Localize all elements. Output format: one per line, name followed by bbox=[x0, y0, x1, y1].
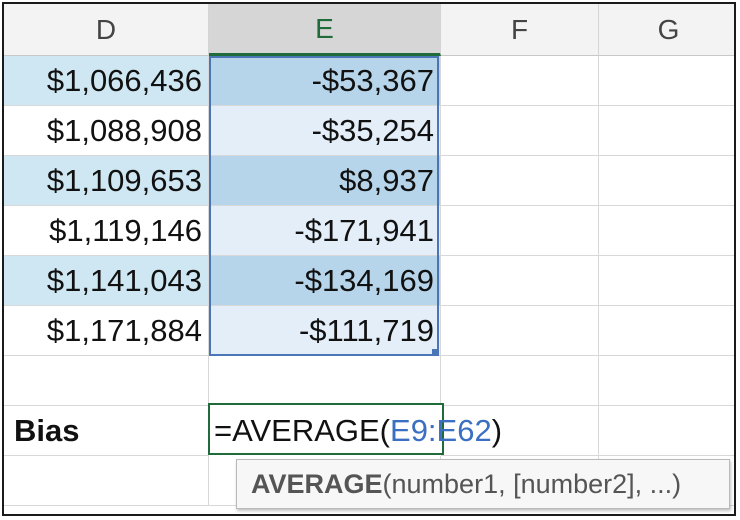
column-header-e[interactable]: E bbox=[209, 4, 441, 56]
cell-d-row-4[interactable]: $1,119,146 bbox=[4, 206, 209, 256]
fill-handle[interactable] bbox=[432, 349, 439, 356]
cell-e-row-3[interactable]: $8,937 bbox=[209, 156, 441, 206]
cell-d-row-9[interactable] bbox=[4, 456, 209, 506]
formula-entry[interactable]: =AVERAGE(E9:E62) bbox=[214, 407, 502, 455]
cell-g-row-4[interactable] bbox=[599, 206, 734, 256]
cell-g-row-8[interactable] bbox=[599, 406, 734, 456]
cell-e-row-1[interactable]: -$53,367 bbox=[209, 56, 441, 106]
cell-f-row-6[interactable] bbox=[441, 306, 599, 356]
cell-e-row-5[interactable]: -$134,169 bbox=[209, 256, 441, 306]
cell-d-row-6[interactable]: $1,171,884 bbox=[4, 306, 209, 356]
cell-g-row-2[interactable] bbox=[599, 106, 734, 156]
formula-prefix: =AVERAGE( bbox=[214, 413, 391, 448]
cell-e-row-2[interactable]: -$35,254 bbox=[209, 106, 441, 156]
bias-label-cell[interactable]: Bias bbox=[4, 406, 209, 456]
cell-g-row-3[interactable] bbox=[599, 156, 734, 206]
cell-f-row-2[interactable] bbox=[441, 106, 599, 156]
formula-suffix: ) bbox=[491, 413, 503, 448]
cell-e-row-6[interactable]: -$111,719 bbox=[209, 306, 441, 356]
cell-d-row-3[interactable]: $1,109,653 bbox=[4, 156, 209, 206]
column-header-g[interactable]: G bbox=[599, 4, 734, 56]
cell-f-row-1[interactable] bbox=[441, 56, 599, 106]
cell-f-row-5[interactable] bbox=[441, 256, 599, 306]
cell-e-row-7[interactable] bbox=[209, 356, 441, 406]
cell-f-row-7[interactable] bbox=[441, 356, 599, 406]
cell-d-row-7[interactable] bbox=[4, 356, 209, 406]
cell-d-row-5[interactable]: $1,141,043 bbox=[4, 256, 209, 306]
column-header-f[interactable]: F bbox=[441, 4, 599, 56]
function-tooltip[interactable]: AVERAGE (number1, [number2], ...) bbox=[236, 459, 730, 509]
tooltip-function-name[interactable]: AVERAGE bbox=[251, 469, 383, 500]
formula-range-reference: E9:E62 bbox=[390, 413, 492, 448]
spreadsheet-grid: D E F G $1,066,436 -$53,367 $1,088,908 -… bbox=[2, 2, 736, 516]
cell-g-row-6[interactable] bbox=[599, 306, 734, 356]
cell-d-row-1[interactable]: $1,066,436 bbox=[4, 56, 209, 106]
cell-f-row-3[interactable] bbox=[441, 156, 599, 206]
cell-g-row-7[interactable] bbox=[599, 356, 734, 406]
tooltip-arguments: (number1, [number2], ...) bbox=[382, 468, 682, 499]
cell-f-row-4[interactable] bbox=[441, 206, 599, 256]
cell-e-row-4[interactable]: -$171,941 bbox=[209, 206, 441, 256]
cell-g-row-1[interactable] bbox=[599, 56, 734, 106]
column-header-d[interactable]: D bbox=[4, 4, 209, 56]
cell-d-row-2[interactable]: $1,088,908 bbox=[4, 106, 209, 156]
cell-g-row-5[interactable] bbox=[599, 256, 734, 306]
